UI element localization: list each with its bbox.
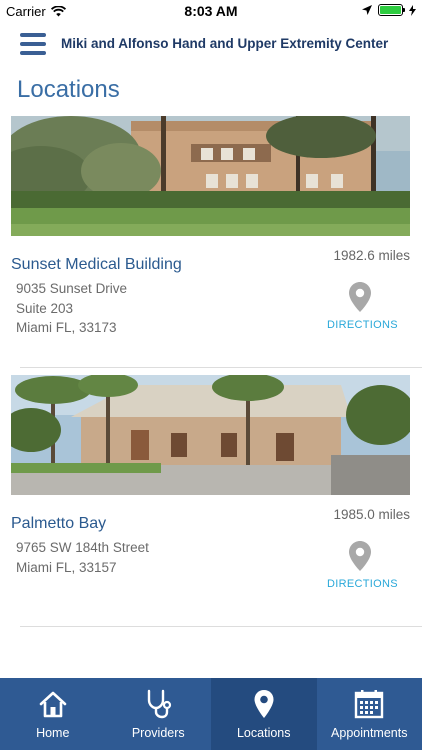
hamburger-menu-icon[interactable]	[20, 33, 46, 55]
tab-providers[interactable]: Providers	[106, 678, 212, 750]
location-distance: 1982.6 miles	[333, 248, 410, 263]
address-line: 9035 Sunset Drive	[16, 281, 128, 296]
status-time: 8:03 AM	[184, 3, 238, 19]
calendar-icon	[355, 690, 384, 719]
tab-label: Providers	[131, 726, 185, 740]
status-bar: Carrier 8:03 AM	[0, 0, 422, 22]
location-name[interactable]: Sunset Medical Building	[11, 256, 182, 274]
tab-label: Locations	[236, 726, 291, 740]
location-name[interactable]: Palmetto Bay	[11, 515, 106, 533]
directions-link[interactable]: DIRECTIONS	[327, 319, 398, 331]
map-pin-icon	[254, 690, 274, 718]
tab-label: Appointments	[331, 726, 408, 740]
location-card[interactable]: Sunset Medical Building 1982.6 miles 903…	[0, 116, 422, 376]
location-arrow-icon	[362, 5, 372, 15]
stethoscope-icon	[148, 689, 172, 719]
location-card[interactable]: Palmetto Bay 1985.0 miles 9765 SW 184th …	[0, 375, 422, 635]
map-pin-icon[interactable]	[349, 282, 371, 312]
location-photo	[11, 116, 410, 236]
directions-link[interactable]: DIRECTIONS	[327, 578, 398, 590]
location-photo	[11, 375, 410, 495]
divider	[20, 367, 422, 368]
battery-icon	[378, 4, 405, 16]
address-line: Miami FL, 33173	[16, 320, 117, 335]
address-line: Suite 203	[16, 301, 74, 316]
status-right	[362, 4, 416, 16]
address-line: Miami FL, 33157	[16, 560, 117, 575]
divider	[20, 626, 422, 627]
charging-bolt-icon	[409, 4, 416, 16]
bottom-tab-bar: Home Providers Locations Appointments	[0, 678, 422, 750]
tab-appointments[interactable]: Appointments	[317, 678, 422, 750]
map-pin-icon[interactable]	[349, 541, 371, 571]
tab-label: Home	[36, 726, 70, 740]
tab-home[interactable]: Home	[0, 678, 106, 750]
address-line: 9765 SW 184th Street	[16, 540, 149, 555]
location-distance: 1985.0 miles	[333, 507, 410, 522]
header-title: Miki and Alfonso Hand and Upper Extremit…	[61, 36, 389, 51]
app-header: Miki and Alfonso Hand and Upper Extremit…	[0, 22, 422, 66]
page-title: Locations	[17, 76, 120, 103]
tab-locations[interactable]: Locations	[211, 678, 317, 750]
home-icon	[39, 691, 67, 718]
